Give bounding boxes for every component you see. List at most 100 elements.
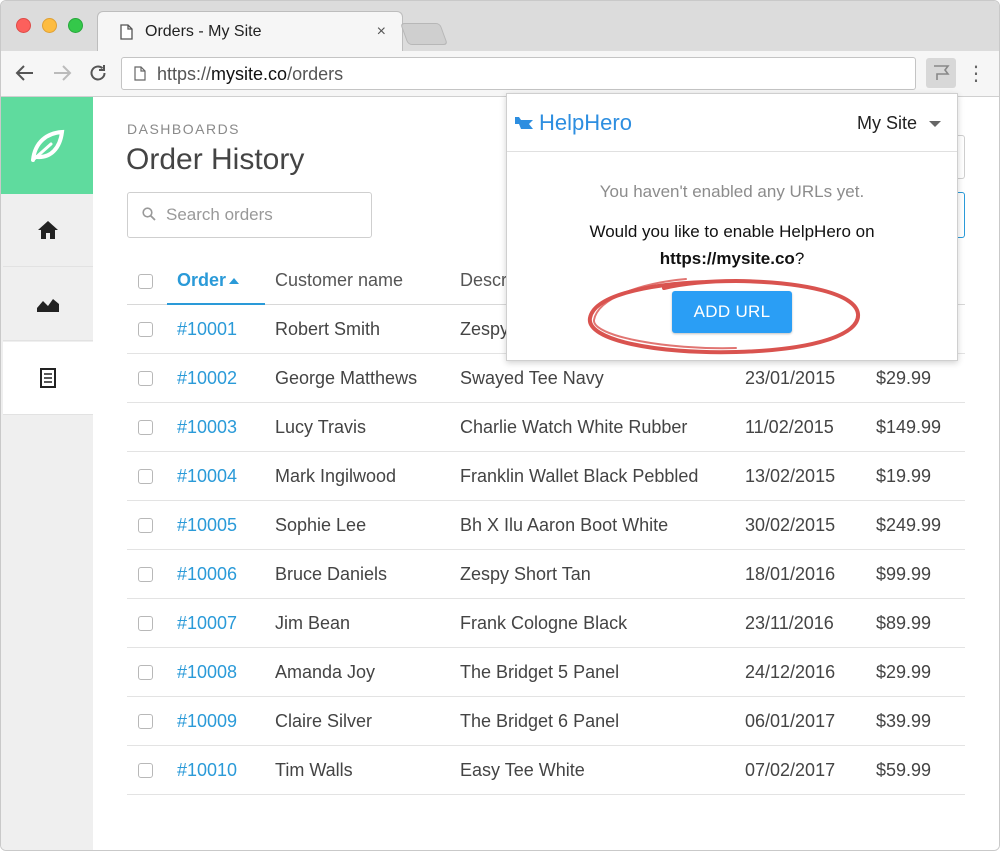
order-link[interactable]: #10002: [177, 368, 237, 389]
table-row[interactable]: #10007 Jim Bean Frank Cologne Black 23/11/2…: [127, 599, 965, 648]
row-checkbox[interactable]: [138, 714, 153, 729]
page-info-icon[interactable]: [134, 66, 146, 86]
order-description: Swayed Tee Navy: [460, 368, 604, 388]
enable-url-line: https://mysite.co?: [507, 249, 957, 269]
customer-name: Jim Bean: [275, 613, 351, 633]
sidebar-item-analytics[interactable]: [3, 268, 93, 341]
enable-url: https://mysite.co: [659, 249, 795, 268]
order-price: $99.99: [876, 564, 932, 584]
order-date: 23/11/2016: [745, 613, 834, 633]
order-link[interactable]: #10010: [177, 760, 237, 781]
row-checkbox[interactable]: [138, 763, 153, 778]
customer-name: Amanda Joy: [275, 662, 376, 682]
row-checkbox[interactable]: [138, 567, 153, 582]
new-tab-button[interactable]: [399, 23, 449, 45]
select-all-checkbox[interactable]: [138, 274, 153, 289]
customer-name: Tim Walls: [275, 760, 353, 780]
row-checkbox[interactable]: [138, 665, 153, 680]
customer-name: Sophie Lee: [275, 515, 367, 535]
site-selector-label: My Site: [856, 113, 917, 133]
address-scheme: https://: [157, 64, 212, 84]
row-checkbox[interactable]: [138, 518, 153, 533]
sidebar-logo[interactable]: [1, 97, 93, 194]
site-selector[interactable]: My Site: [857, 113, 941, 134]
order-description: Easy Tee White: [460, 760, 585, 780]
address-host: mysite.co: [211, 64, 288, 84]
flag-icon: [515, 117, 533, 129]
order-link[interactable]: #10004: [177, 466, 237, 487]
customer-name: Lucy Travis: [275, 417, 367, 437]
browser-window: Orders - My Site × https://mysite.co/ord…: [0, 0, 1000, 851]
search-box[interactable]: [127, 192, 372, 238]
reload-icon[interactable]: [86, 61, 110, 85]
forward-arrow-icon[interactable]: [50, 61, 74, 85]
table-row[interactable]: #10006 Bruce Daniels Zespy Short Tan 18/01/…: [127, 550, 965, 599]
table-row[interactable]: #10009 Claire Silver The Bridget 6 Panel 06…: [127, 697, 965, 746]
minimize-window-button[interactable]: [42, 18, 57, 33]
order-date: 23/01/2015: [745, 368, 836, 388]
table-row[interactable]: #10008 Amanda Joy The Bridget 5 Panel 24/12…: [127, 648, 965, 697]
customer-name: Bruce Daniels: [275, 564, 388, 584]
order-description: Zespy: [460, 319, 510, 339]
order-link[interactable]: #10009: [177, 711, 237, 732]
row-checkbox[interactable]: [138, 469, 153, 484]
helphero-extension-button[interactable]: [926, 58, 956, 88]
document-icon: [40, 368, 56, 388]
back-arrow-icon[interactable]: [13, 61, 37, 85]
table-row[interactable]: #10010 Tim Walls Easy Tee White 07/02/2017 $…: [127, 746, 965, 795]
order-link[interactable]: #10005: [177, 515, 237, 536]
order-link[interactable]: #10001: [177, 319, 237, 340]
maximize-window-button[interactable]: [68, 18, 83, 33]
chevron-down-icon: [929, 120, 941, 127]
address-text: https://mysite.co/orders: [157, 64, 343, 85]
order-description: The Bridget 5 Panel: [460, 662, 620, 682]
row-checkbox[interactable]: [138, 371, 153, 386]
sort-ascending-icon: [229, 278, 239, 284]
add-url-button[interactable]: ADD URL: [672, 291, 792, 333]
close-window-button[interactable]: [16, 18, 31, 33]
browser-tab[interactable]: Orders - My Site ×: [97, 11, 403, 52]
address-bar[interactable]: https://mysite.co/orders: [121, 57, 916, 90]
order-date: 18/01/2016: [745, 564, 836, 584]
tab-close-icon[interactable]: ×: [377, 23, 386, 41]
table-row[interactable]: #10005 Sophie Lee Bh X Ilu Aaron Boot Whit…: [127, 501, 965, 550]
table-row[interactable]: #10002 George Matthews Swayed Tee Navy 23/0…: [127, 354, 965, 403]
order-link[interactable]: #10007: [177, 613, 237, 634]
column-header-description[interactable]: Descr: [460, 270, 507, 291]
leaf-icon: [31, 129, 65, 162]
customer-name: Robert Smith: [275, 319, 381, 339]
helphero-logo: HelpHero: [515, 110, 632, 136]
browser-menu-icon[interactable]: ⋮: [966, 61, 986, 85]
order-date: 06/01/2017: [745, 711, 836, 731]
order-price: $59.99: [876, 760, 932, 780]
breadcrumb[interactable]: DASHBOARDS: [127, 121, 240, 137]
tab-title: Orders - My Site: [145, 23, 262, 40]
popup-header: HelpHero My Site: [507, 94, 957, 152]
enable-url-suffix: ?: [794, 249, 805, 268]
page-title: Order History: [126, 143, 305, 176]
order-price: $19.99: [876, 466, 932, 486]
table-row[interactable]: #10003 Lucy Travis Charlie Watch White Rub…: [127, 403, 965, 452]
table-row[interactable]: #10004 Mark Ingilwood Franklin Wallet Blac…: [127, 452, 965, 501]
order-price: $149.99: [876, 417, 942, 437]
order-link[interactable]: #10006: [177, 564, 237, 585]
order-link[interactable]: #10003: [177, 417, 237, 438]
order-link[interactable]: #10008: [177, 662, 237, 683]
sidebar-item-home[interactable]: [3, 194, 93, 267]
column-header-customer[interactable]: Customer name: [275, 270, 403, 291]
helphero-popup: HelpHero My Site You haven't enabled any…: [506, 93, 958, 361]
row-checkbox[interactable]: [138, 616, 153, 631]
order-description: Charlie Watch White Rubber: [460, 417, 688, 437]
row-checkbox[interactable]: [138, 322, 153, 337]
page-icon: [120, 24, 133, 45]
order-date: 24/12/2016: [745, 662, 836, 682]
row-checkbox[interactable]: [138, 420, 153, 435]
no-urls-note: You haven't enabled any URLs yet.: [599, 182, 865, 201]
customer-name: Claire Silver: [275, 711, 373, 731]
flag-icon: [934, 65, 950, 80]
column-header-order[interactable]: Order: [177, 270, 226, 291]
order-date: 13/02/2015: [745, 466, 836, 486]
search-input[interactable]: [166, 205, 361, 225]
sidebar-item-orders[interactable]: [3, 342, 93, 415]
order-description: Franklin Wallet Black Pebbled: [460, 466, 699, 486]
